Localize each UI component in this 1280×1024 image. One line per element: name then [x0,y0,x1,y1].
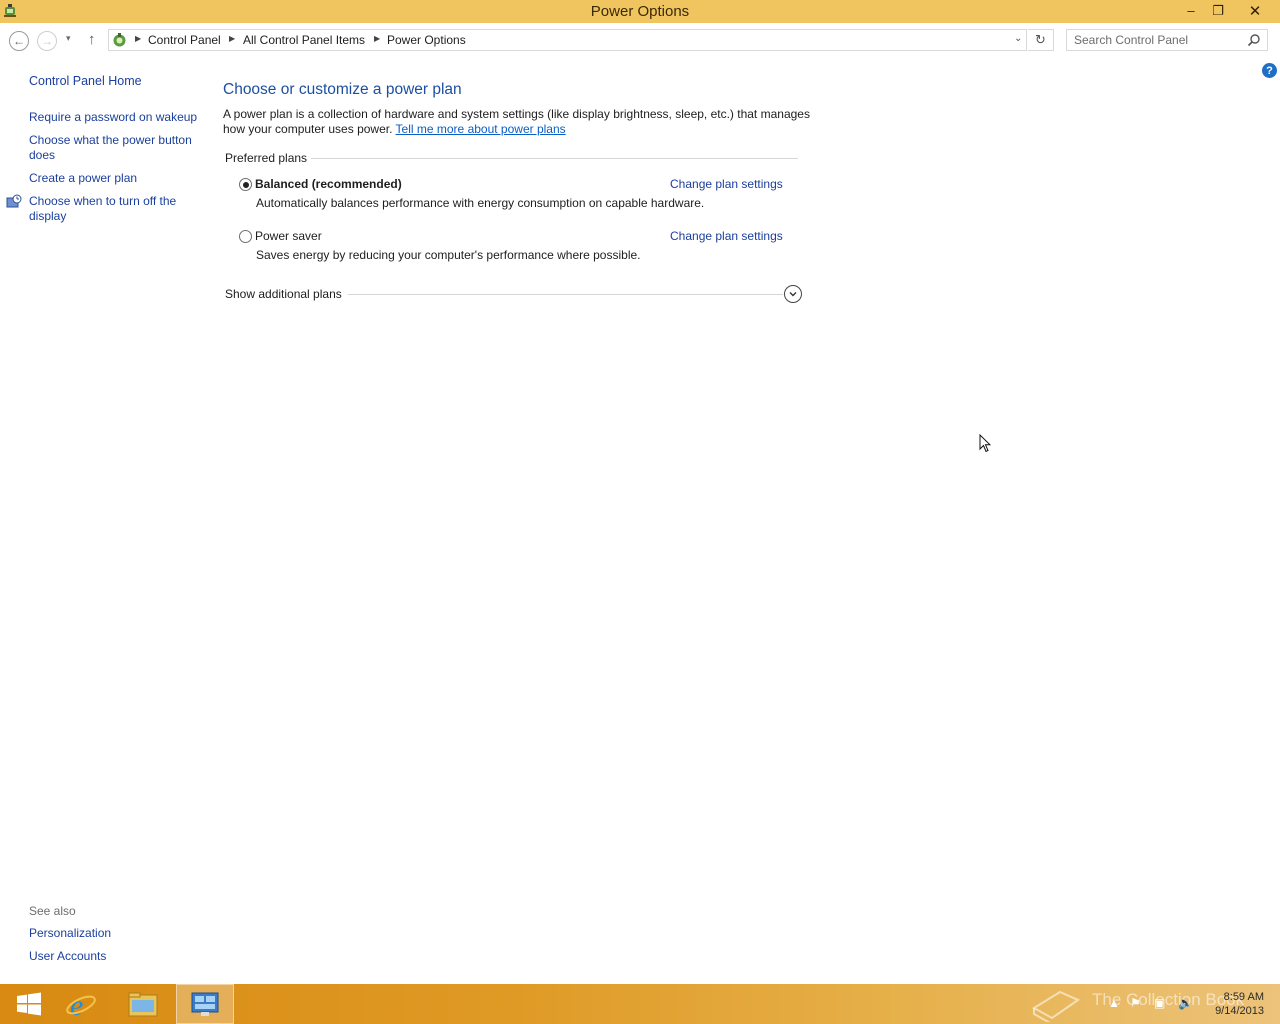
help-icon[interactable]: ? [1262,63,1277,78]
power-button-link[interactable]: Choose what the power button does [29,133,199,163]
back-button[interactable]: ← [9,31,29,51]
control-panel-taskbar-button[interactable] [176,984,234,1024]
maximize-button[interactable]: ❐ [1203,0,1233,21]
breadcrumb-separator-icon[interactable]: ▶ [229,34,235,43]
breadcrumb-separator-icon[interactable]: ▶ [135,34,141,43]
file-explorer-button[interactable] [114,984,172,1024]
internet-explorer-icon: e [66,989,96,1020]
preferred-plans-label: Preferred plans [225,151,308,165]
control-panel-icon [113,33,126,47]
breadcrumb-all-items[interactable]: All Control Panel Items [243,33,365,47]
create-power-plan-link[interactable]: Create a power plan [29,171,199,186]
forward-button[interactable]: → [37,31,57,51]
clock-date: 9/14/2013 [1215,1005,1264,1017]
window-title: Power Options [590,3,690,20]
user-accounts-link[interactable]: User Accounts [29,949,199,964]
clock-time: 8:59 AM [1223,991,1264,1003]
system-clock[interactable]: 8:59 AM 9/14/2013 [1200,990,1264,1018]
action-center-flag-icon[interactable]: ⚑ [1130,996,1141,1010]
search-icon[interactable] [1247,33,1261,47]
network-icon[interactable]: ▣ [1154,996,1165,1010]
display-clock-icon [6,194,22,208]
personalization-link[interactable]: Personalization [29,926,199,941]
balanced-plan-radio[interactable] [239,178,252,191]
search-box[interactable] [1066,29,1268,51]
power-saver-plan-radio[interactable] [239,230,252,243]
learn-more-link[interactable]: Tell me more about power plans [396,122,566,136]
book-watermark-icon [1032,990,1081,1022]
balanced-plan-name[interactable]: Balanced (recommended) [255,177,402,191]
address-dropdown-icon[interactable]: ⌄ [1014,33,1022,44]
power-saver-plan-name[interactable]: Power saver [255,229,322,243]
taskbar: e The Collection Book ▲ ⚑ ▣ 🔈 8:59 AM 9/… [0,984,1280,1024]
show-additional-plans-label[interactable]: Show additional plans [225,287,342,301]
close-button[interactable]: ✕ [1238,0,1272,21]
control-panel-home-link[interactable]: Control Panel Home [29,74,199,89]
control-panel-taskbar-icon [191,992,219,1016]
power-saver-plan-description: Saves energy by reducing your computer's… [256,248,641,262]
mouse-pointer-icon [979,434,991,453]
power-saver-change-settings-link[interactable]: Change plan settings [670,229,783,243]
breadcrumb-control-panel[interactable]: Control Panel [148,33,221,47]
up-button[interactable]: ↑ [88,31,96,48]
refresh-button[interactable]: ↻ [1028,29,1054,51]
folder-icon [128,992,158,1017]
page-title: Choose or customize a power plan [223,81,462,98]
recent-locations-button[interactable]: ▾ [66,33,71,44]
search-input[interactable] [1067,30,1248,50]
show-hidden-icons-icon[interactable]: ▲ [1108,996,1120,1010]
expand-chevron-icon[interactable] [784,285,802,303]
breadcrumb-power-options[interactable]: Power Options [387,33,466,47]
volume-icon[interactable]: 🔈 [1178,996,1193,1010]
balanced-plan-description: Automatically balances performance with … [256,196,705,210]
navigation-bar: ← → ▾ ↑ ▶ Control Panel ▶ All Control Pa… [0,23,1280,59]
additional-divider [348,294,783,295]
minimize-button[interactable]: – [1176,0,1206,21]
title-bar: Power Options – ❐ ✕ [0,0,1280,23]
require-password-link[interactable]: Require a password on wakeup [29,110,199,125]
chevron-down-icon [789,292,797,297]
balanced-change-settings-link[interactable]: Change plan settings [670,177,783,191]
start-button[interactable] [0,984,58,1024]
turn-off-display-link[interactable]: Choose when to turn off the display [29,194,199,224]
address-bar[interactable]: ▶ Control Panel ▶ All Control Panel Item… [108,29,1027,51]
internet-explorer-button[interactable]: e [52,984,110,1024]
page-description: A power plan is a collection of hardware… [223,107,813,137]
see-also-label: See also [29,904,76,918]
windows-logo-icon [17,992,41,1016]
breadcrumb-separator-icon[interactable]: ▶ [374,34,380,43]
group-divider [311,158,798,159]
left-navigation-pane: Control Panel Home Require a password on… [0,59,210,979]
